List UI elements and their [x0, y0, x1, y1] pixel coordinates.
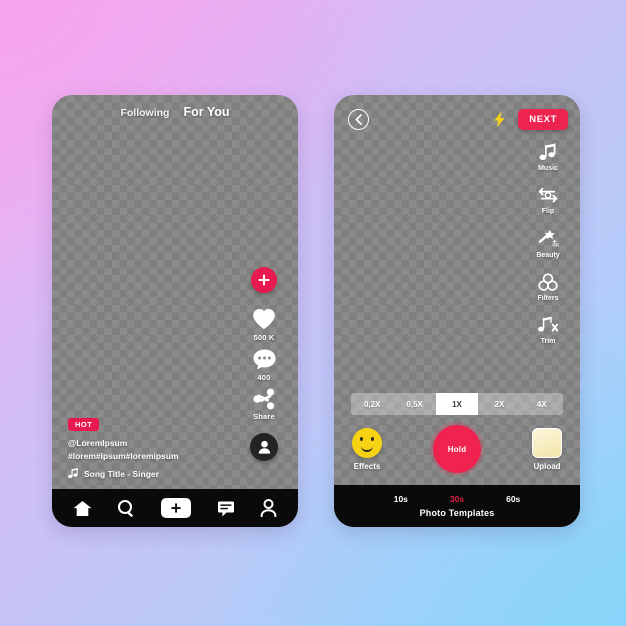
like-count: 500 K [253, 333, 275, 342]
status-badge: HOT [68, 418, 100, 432]
plus-icon [257, 273, 271, 287]
tool-label: Flip [541, 208, 555, 215]
author-handle[interactable]: @LoremIpsum [68, 437, 228, 449]
camera-top-bar: NEXT [348, 109, 568, 130]
plus-icon [170, 502, 182, 514]
song-row[interactable]: Song Title - Singer [68, 468, 228, 479]
tool-label: Trim [540, 338, 556, 345]
follow-button[interactable] [251, 267, 277, 293]
smiley-icon [352, 427, 382, 458]
gallery-icon [532, 427, 562, 458]
filters-icon [538, 273, 558, 292]
chevron-left-icon [354, 114, 363, 125]
comment-icon [252, 348, 277, 371]
tool-music[interactable]: Music [538, 143, 558, 172]
speed-option-2[interactable]: 1X [435, 393, 479, 415]
share-button[interactable]: Share [252, 388, 276, 421]
search-icon [117, 499, 136, 518]
camera-bottom-bar: 10s 30s 60s Photo Templates [334, 485, 580, 527]
tool-trim[interactable]: Trim [537, 316, 559, 345]
duration-option-60s[interactable]: 60s [506, 494, 520, 504]
tab-inbox[interactable] [217, 500, 235, 517]
next-button[interactable]: NEXT [518, 109, 568, 130]
magic-wand-icon: OFF [537, 229, 559, 249]
create-chip[interactable] [158, 498, 195, 518]
bottom-tab-bar [52, 489, 298, 527]
back-button[interactable] [348, 109, 369, 130]
feed-screen-mockup: Following For You 500 K 400 Share HOT @L… [52, 95, 298, 527]
speed-selector: 0,2X 0,5X 1X 2X 4X [351, 393, 563, 415]
hashtags[interactable]: #lorem#Ipsum#loremipsum [68, 450, 228, 462]
tool-beauty[interactable]: OFF Beauty [536, 229, 560, 259]
svg-text:OFF: OFF [552, 242, 559, 247]
lightning-bolt-icon[interactable] [493, 111, 506, 128]
record-label: Hold [447, 444, 467, 454]
flip-camera-icon [537, 186, 559, 205]
tab-search[interactable] [117, 499, 136, 518]
effects-button[interactable]: Effects [352, 427, 382, 471]
duration-option-30s[interactable]: 30s [450, 494, 464, 504]
tab-profile[interactable] [260, 499, 277, 517]
share-label: Share [253, 412, 275, 421]
song-title: Song Title - Singer [84, 468, 159, 479]
speed-option-1[interactable]: 0,5X [393, 393, 435, 415]
tab-for-you[interactable]: For You [183, 105, 229, 119]
person-icon [258, 440, 271, 454]
speed-option-0[interactable]: 0,2X [351, 393, 393, 415]
camera-screen-mockup: NEXT Music Flip OF Beauty Filters Trim 0… [334, 95, 580, 527]
feed-top-tabs: Following For You [52, 105, 298, 119]
tab-create[interactable] [158, 498, 195, 518]
camera-tool-rail: Music Flip OF Beauty Filters Trim [526, 143, 570, 359]
camera-top-actions: NEXT [493, 109, 568, 130]
record-button[interactable]: Hold [433, 425, 481, 473]
capture-controls: Effects Hold Upload [352, 419, 562, 479]
tool-flip[interactable]: Flip [537, 186, 559, 215]
effects-label: Effects [353, 461, 381, 471]
photo-templates-link[interactable]: Photo Templates [420, 508, 495, 518]
duration-selector: 10s 30s 60s [394, 494, 521, 504]
speed-option-3[interactable]: 2X [478, 393, 520, 415]
tool-label: Beauty [536, 252, 560, 259]
avatar[interactable] [250, 433, 278, 461]
comment-count: 400 [257, 373, 271, 382]
home-icon [73, 500, 92, 517]
music-note-icon [538, 143, 558, 162]
like-button[interactable]: 500 K [251, 307, 277, 342]
tool-label: Filters [537, 295, 559, 302]
speed-option-4[interactable]: 4X [521, 393, 563, 415]
comment-button[interactable]: 400 [252, 348, 277, 382]
feed-caption-block: HOT @LoremIpsum #lorem#Ipsum#loremipsum … [68, 414, 228, 479]
upload-label: Upload [533, 461, 561, 471]
tool-label: Music [538, 165, 558, 172]
tab-following[interactable]: Following [120, 107, 169, 119]
message-icon [217, 500, 235, 517]
screenshot-canvas: Following For You 500 K 400 Share HOT @L… [0, 0, 626, 626]
upload-button[interactable]: Upload [532, 427, 562, 471]
duration-option-10s[interactable]: 10s [394, 494, 408, 504]
tab-home[interactable] [73, 500, 92, 517]
trim-icon [537, 316, 559, 335]
feed-action-rail: 500 K 400 Share [242, 267, 286, 461]
heart-icon [251, 307, 277, 331]
person-icon [260, 499, 277, 517]
music-note-icon [68, 468, 79, 479]
share-icon [252, 388, 276, 410]
tool-filters[interactable]: Filters [537, 273, 559, 302]
